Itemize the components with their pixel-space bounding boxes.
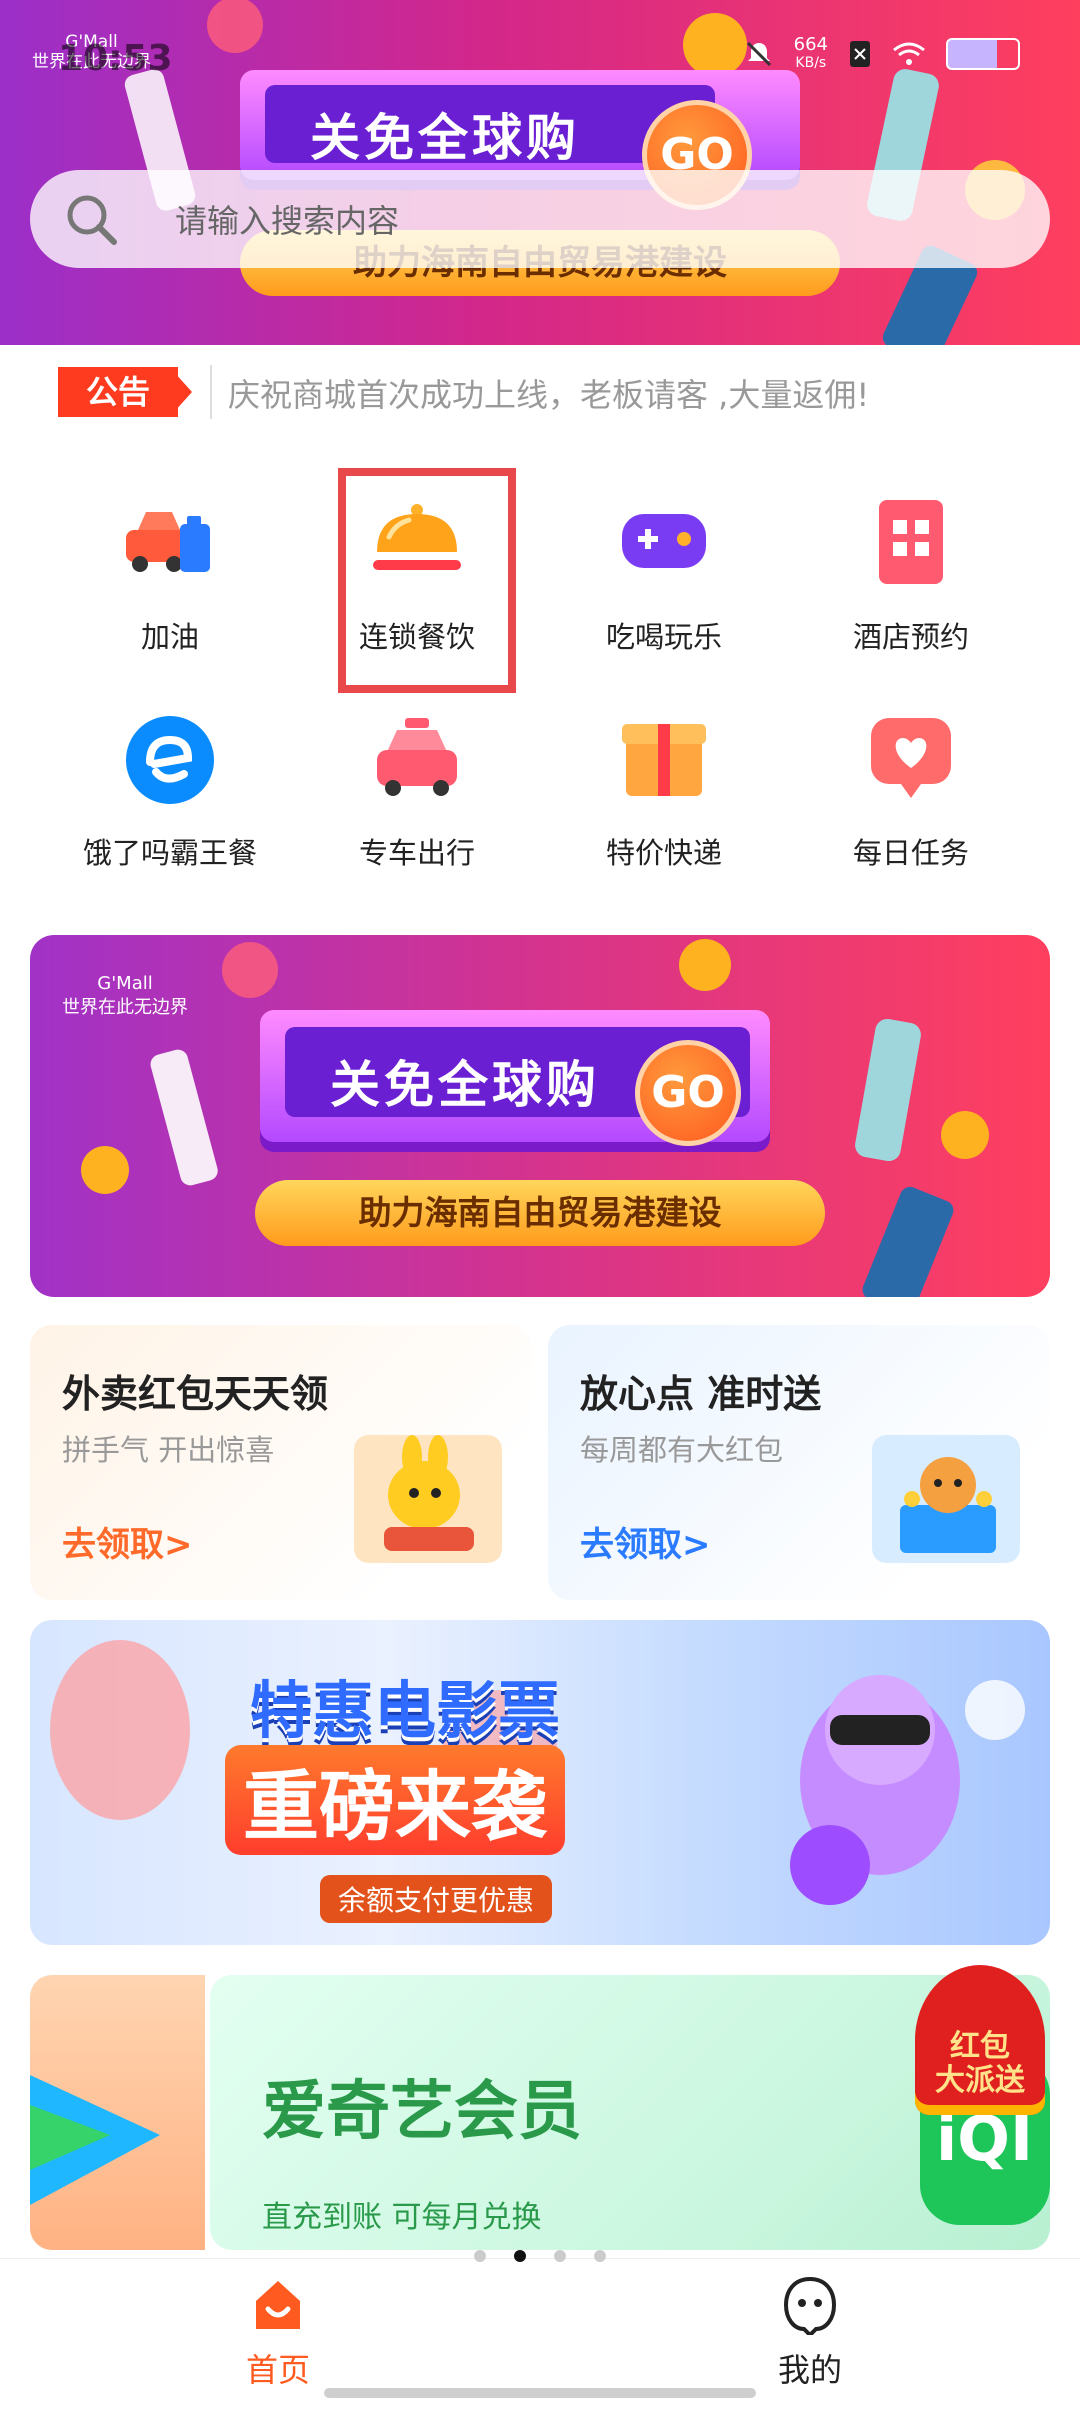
iqiyi-subtitle: 直充到账 可每月兑换	[262, 2200, 542, 2235]
carousel-prev-card[interactable]	[30, 1975, 205, 2250]
movie-headline: 特惠电影票	[250, 1674, 561, 1747]
notice-text[interactable]: 庆祝商城首次成功上线，老板请客 ,大量返佣!	[228, 370, 869, 416]
taxi-icon	[377, 718, 457, 796]
selection-highlight	[338, 468, 516, 693]
game-controller-icon	[622, 514, 706, 568]
grid-item-entertainment[interactable]: 吃喝玩乐	[564, 492, 764, 692]
mute-bell-icon	[746, 41, 771, 67]
banner-brand-line2: 世界在此无边界	[62, 997, 188, 1018]
grid-label-eleme: 饿了吗霸王餐	[82, 836, 257, 870]
battery-icon	[946, 38, 1020, 70]
banner-tagline: 助力海南自由贸易港建设	[255, 1180, 825, 1246]
promo-card-title: 放心点 准时送	[580, 1372, 822, 1416]
heart-chat-icon	[871, 718, 951, 798]
red-packet-line2: 大派送	[935, 2063, 1025, 2098]
carousel-dot[interactable]	[594, 2250, 606, 2262]
search-icon[interactable]	[62, 190, 122, 250]
status-icons: 664 KB/s	[744, 36, 1020, 72]
carousel-dot[interactable]	[554, 2250, 566, 2262]
banner-brand: G'Mall 世界在此无边界	[62, 972, 188, 1020]
car-fuel-icon	[126, 512, 210, 572]
grid-label-hotel: 酒店预约	[852, 620, 969, 654]
sim-off-icon	[850, 41, 870, 67]
promo-card-title: 外卖红包天天领	[62, 1372, 329, 1416]
status-time: 10:53	[58, 38, 173, 79]
hero-headline: 关免全球购	[310, 109, 580, 167]
tencent-video-icon	[30, 2075, 160, 2205]
movie-subheadline: 重磅来袭	[225, 1745, 565, 1855]
grid-item-taxi[interactable]: 专车出行	[317, 708, 517, 908]
eleme-logo-icon	[126, 716, 214, 804]
grid-label-fuel: 加油	[140, 620, 199, 654]
grid-item-express[interactable]: 特价快递	[564, 708, 764, 908]
promo-card-waimai[interactable]: 外卖红包天天领 拼手气 开出惊喜 去领取>	[30, 1325, 532, 1600]
mascot-dog-box-icon	[872, 1435, 1020, 1563]
grid-item-fuel[interactable]: 加油	[70, 492, 270, 692]
home-icon	[256, 2281, 300, 2329]
promo-card-link[interactable]: 去领取>	[580, 1517, 711, 1566]
movie-tagline: 余额支付更优惠	[320, 1875, 553, 1923]
tab-home-label: 首页	[245, 2351, 310, 2389]
promo-card-subtitle: 每周都有大红包	[580, 1433, 784, 1467]
red-packet-label: 红包 大派送	[925, 2030, 1035, 2098]
grid-item-eleme[interactable]: 饿了吗霸王餐	[70, 708, 270, 908]
promo-card-link[interactable]: 去领取>	[62, 1517, 193, 1566]
parcel-box-icon	[622, 724, 706, 796]
carousel-indicator	[460, 2250, 620, 2264]
grid-label-express: 特价快递	[605, 836, 722, 870]
banner-brand-line1: G'Mall	[97, 973, 153, 994]
net-speed-value: 664	[793, 34, 828, 55]
red-packet-line1: 红包	[950, 2029, 1010, 2064]
wifi-icon	[893, 42, 925, 65]
profile-face-icon	[783, 2276, 837, 2338]
banner-go-button[interactable]: GO	[635, 1040, 741, 1146]
tab-me-label: 我的	[777, 2351, 842, 2389]
hotel-building-icon	[879, 500, 943, 584]
carousel-dot-active[interactable]	[514, 2250, 526, 2262]
notice-tag-tail	[174, 372, 192, 412]
promo-card-ontime[interactable]: 放心点 准时送 每周都有大红包 去领取>	[548, 1325, 1050, 1600]
grid-label-entertainment: 吃喝玩乐	[605, 620, 722, 654]
carousel-dot[interactable]	[474, 2250, 486, 2262]
promo-card-subtitle: 拼手气 开出惊喜	[62, 1433, 275, 1467]
banner-headline: 关免全球购	[330, 1056, 600, 1114]
grid-label-tasks: 每日任务	[852, 836, 969, 870]
net-speed: 664 KB/s	[794, 36, 828, 72]
tab-me[interactable]: 我的	[760, 2275, 860, 2391]
system-home-indicator[interactable]	[324, 2388, 756, 2398]
grid-label-taxi: 专车出行	[358, 836, 475, 870]
grid-item-tasks[interactable]: 每日任务	[811, 708, 1011, 908]
notice-tag: 公告	[58, 367, 178, 417]
iqiyi-title: 爱奇艺会员	[262, 2075, 582, 2149]
bottom-tab-bar	[0, 2258, 1080, 2409]
mascot-kangaroo-icon	[354, 1435, 502, 1563]
notice-divider	[210, 365, 212, 419]
search-input[interactable]: 请输入搜索内容	[175, 196, 399, 242]
net-speed-unit: KB/s	[795, 55, 827, 71]
grid-item-hotel[interactable]: 酒店预约	[811, 492, 1011, 692]
tab-home[interactable]: 首页	[228, 2275, 328, 2391]
